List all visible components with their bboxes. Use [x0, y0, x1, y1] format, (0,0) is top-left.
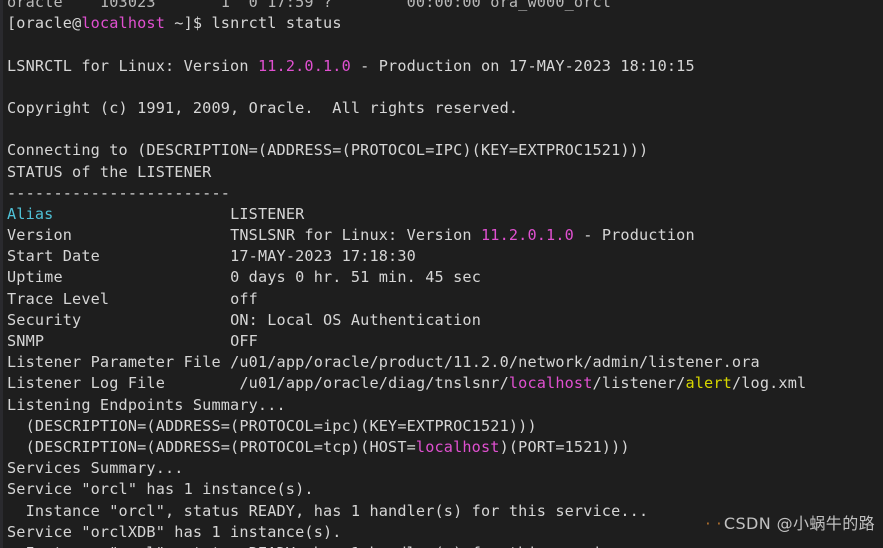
endpoint-tcp-host: localhost	[415, 437, 500, 456]
prompt-bracket-close: ]	[183, 14, 193, 33]
property-row-parameter-file: Listener Parameter File /u01/app/oracle/…	[7, 352, 883, 373]
property-row-alias: Alias LISTENER	[7, 204, 883, 225]
watermark-text: CSDN @小蜗牛的路	[723, 514, 875, 533]
property-pad	[81, 311, 230, 329]
property-pad	[109, 290, 230, 308]
property-pad	[63, 268, 230, 286]
blank-line: .	[7, 34, 883, 55]
log-path-segment-3: /log.xml	[731, 374, 807, 393]
blank-line: .	[7, 77, 883, 98]
property-label: Security	[7, 310, 82, 329]
property-label: Start Date	[7, 247, 100, 266]
property-row-uptime: Uptime 0 days 0 hr. 51 min. 45 sec	[7, 267, 883, 288]
property-label: Trace Level	[7, 289, 110, 308]
property-value: 0 days 0 hr. 51 min. 45 sec	[230, 268, 481, 287]
property-row-version: Version TNSLSNR for Linux: Version 11.2.…	[7, 225, 883, 246]
prompt-command: lsnrctl status	[211, 14, 342, 33]
banner-prefix: LSNRCTL for Linux: Version	[7, 56, 258, 75]
terminal-window[interactable]: oracle 103023 1 0 17:59 ? 00:00:00 ora_w…	[0, 0, 883, 548]
shell-prompt-line: [oracle@localhost ~]$ lsnrctl status	[7, 13, 883, 34]
status-heading-line: STATUS of the LISTENER	[7, 162, 212, 181]
services-heading-line: Services Summary...	[7, 459, 184, 478]
log-path-segment-1: /u01/app/oracle/diag/tnslsnr/	[239, 374, 509, 393]
endpoints-heading-line: Listening Endpoints Summary...	[7, 395, 286, 414]
property-row-snmp: SNMP OFF	[7, 331, 883, 352]
prompt-host: localhost	[81, 14, 166, 33]
property-pad	[221, 353, 230, 371]
service-instance-line: Instance "orcl", status READY, has 1 han…	[7, 543, 883, 548]
property-value-suffix: - Production	[573, 226, 695, 245]
property-label: Version	[7, 226, 73, 245]
copyright-line: Copyright (c) 1991, 2009, Oracle. All ri…	[7, 98, 519, 117]
property-label: Alias	[7, 204, 54, 223]
property-label: Listener Log File	[7, 374, 165, 393]
property-label: Uptime	[7, 268, 63, 287]
log-path-alert: alert	[685, 374, 732, 393]
scrollback-partial-line: oracle 103023 1 0 17:59 ? 00:00:00 ora_w…	[7, 0, 612, 11]
endpoint-tcp-line: (DESCRIPTION=(ADDRESS=(PROTOCOL=tcp)(HOS…	[7, 437, 883, 458]
blank-line: .	[7, 119, 883, 140]
watermark-dots: · ·	[705, 514, 722, 533]
property-label: Listener Parameter File	[7, 353, 221, 372]
property-value: off	[230, 289, 258, 308]
service-line: Service "orcl" has 1 instance(s).	[7, 480, 314, 499]
endpoint-tcp-prefix: (DESCRIPTION=(ADDRESS=(PROTOCOL=tcp)(HOS…	[7, 437, 416, 456]
property-value-prefix: TNSLSNR for Linux: Version	[230, 226, 481, 245]
lsnrctl-banner-line: LSNRCTL for Linux: Version 11.2.0.1.0 - …	[7, 56, 883, 77]
property-row-start-date: Start Date 17-MAY-2023 17:18:30	[7, 246, 883, 267]
property-value: OFF	[230, 332, 258, 350]
property-pad	[53, 205, 230, 223]
property-pad	[165, 374, 239, 392]
endpoint-ipc-line: (DESCRIPTION=(ADDRESS=(PROTOCOL=ipc)(KEY…	[7, 416, 537, 435]
banner-version: 11.2.0.1.0	[257, 56, 351, 75]
prompt-at: @	[72, 14, 82, 33]
terminal-screen: oracle 103023 1 0 17:59 ? 00:00:00 ora_w…	[3, 0, 883, 548]
separator-line: ------------------------	[7, 183, 231, 202]
property-pad	[72, 226, 230, 244]
property-value: 17-MAY-2023 17:18:30	[230, 247, 416, 266]
prompt-user: oracle	[16, 14, 73, 33]
prompt-home: ~	[165, 14, 184, 33]
log-path-host: localhost	[508, 374, 593, 393]
property-label: SNMP	[7, 332, 45, 350]
property-pad	[100, 247, 230, 265]
banner-suffix: - Production on 17-MAY-2023 18:10:15	[350, 56, 695, 75]
property-value: LISTENER	[230, 204, 305, 223]
endpoint-tcp-suffix: )(PORT=1521)))	[499, 437, 630, 456]
property-row-trace-level: Trace Level off	[7, 289, 883, 310]
property-value: ON: Local OS Authentication	[230, 310, 481, 329]
property-pad	[44, 332, 230, 350]
prompt-sigil: $	[192, 14, 212, 33]
connecting-line: Connecting to (DESCRIPTION=(ADDRESS=(PRO…	[7, 141, 649, 160]
property-value-accent: 11.2.0.1.0	[481, 226, 574, 245]
property-value: /u01/app/oracle/product/11.2.0/network/a…	[230, 353, 760, 372]
property-row-log-file: Listener Log File /u01/app/oracle/diag/t…	[7, 373, 883, 394]
property-row-security: Security ON: Local OS Authentication	[7, 310, 883, 331]
csdn-watermark: · · CSDN @小蜗牛的路	[705, 510, 875, 534]
prompt-bracket-open: [	[7, 14, 17, 33]
log-path-segment-2: /listener/	[592, 374, 686, 393]
